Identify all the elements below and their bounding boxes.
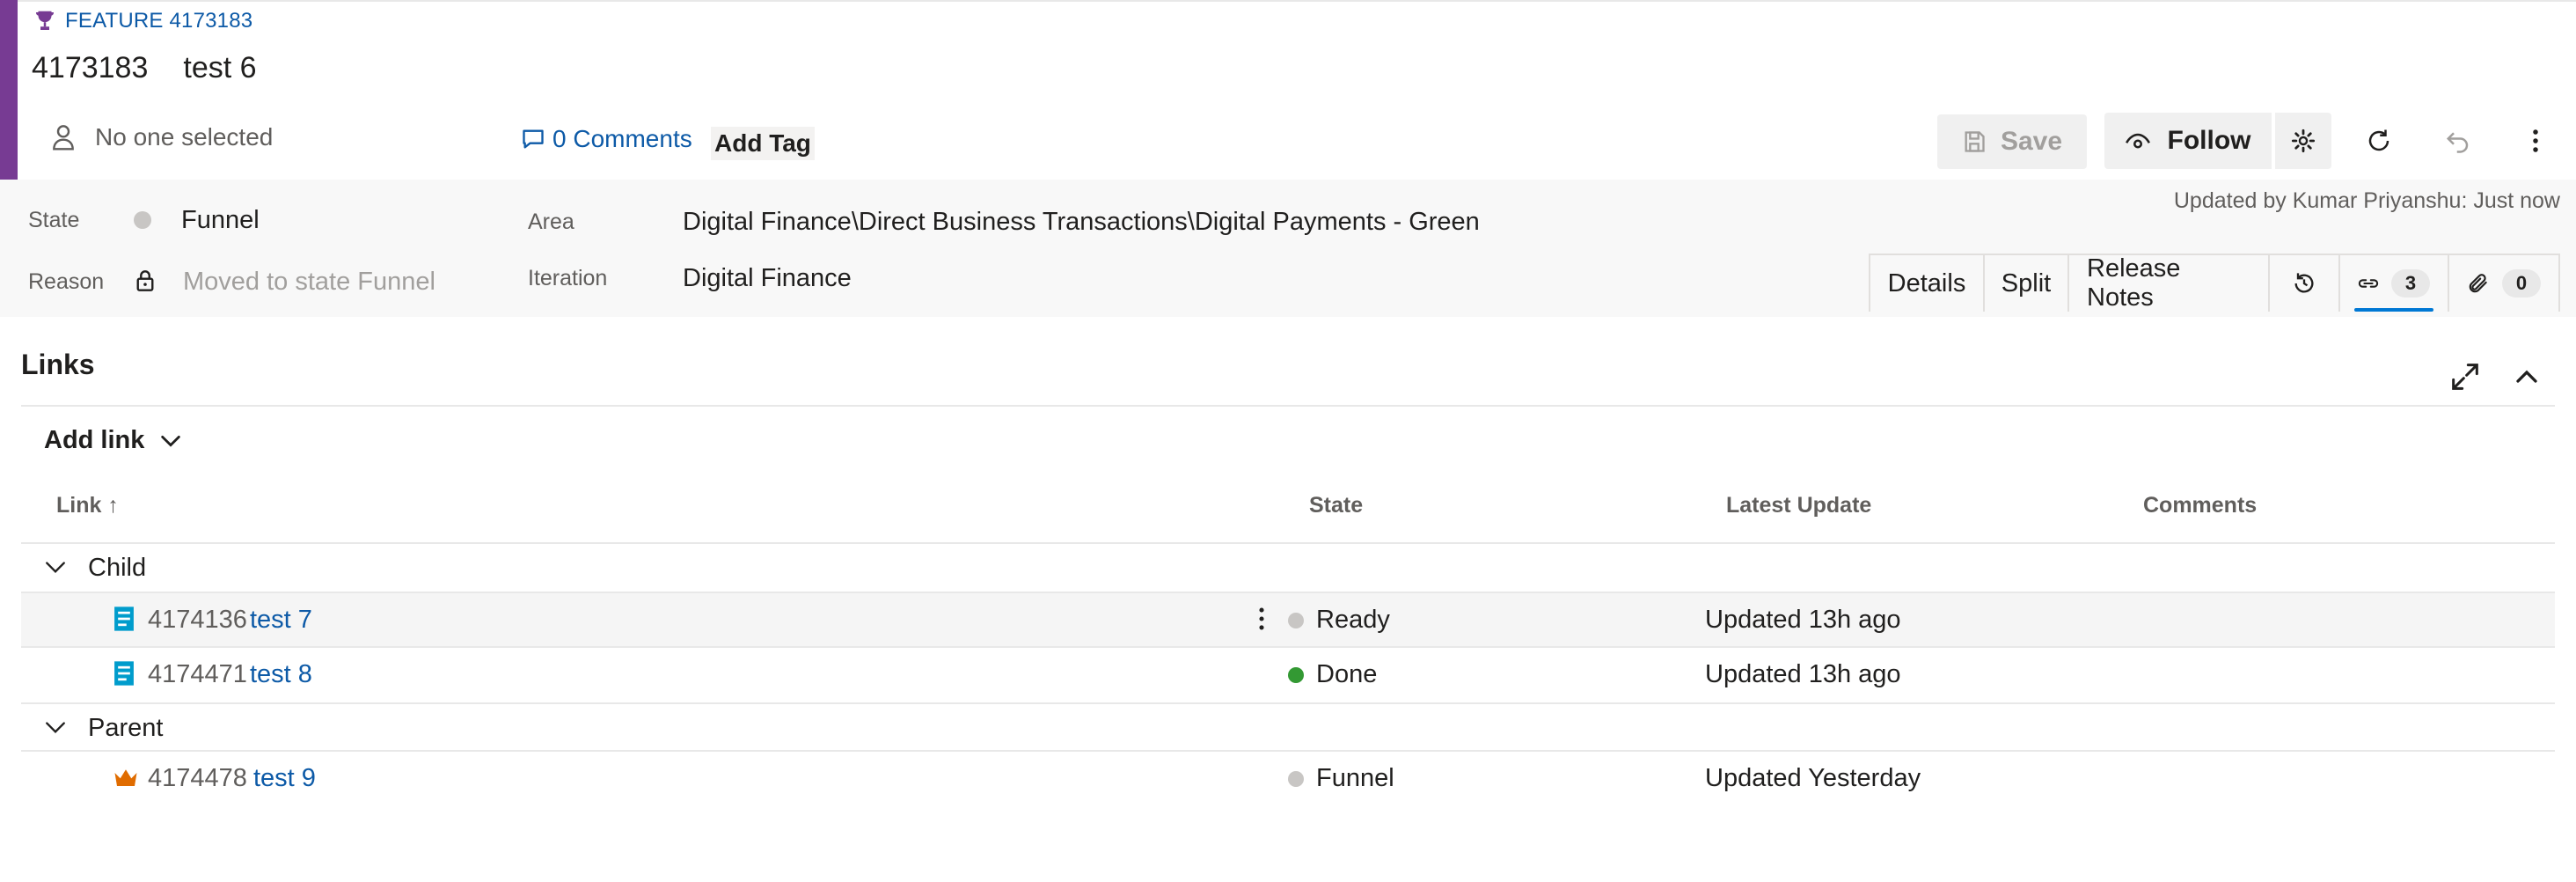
- tab-split[interactable]: Split: [1985, 255, 2069, 312]
- chevron-down-icon: [46, 562, 65, 574]
- chevron-down-icon: [161, 435, 181, 447]
- more-actions-button[interactable]: [2516, 121, 2555, 160]
- paperclip-icon: [2469, 274, 2487, 293]
- link-item-id: 4174471: [148, 660, 247, 688]
- comment-icon: [523, 129, 544, 149]
- gear-icon: [2291, 129, 2316, 153]
- trophy-icon: [35, 11, 55, 30]
- save-button[interactable]: Save: [1937, 114, 2087, 169]
- link-item-id: 4174478: [148, 764, 247, 792]
- links-section-divider: [21, 405, 2555, 407]
- follow-label: Follow: [2167, 126, 2251, 155]
- reason-value: Moved to state Funnel: [183, 268, 435, 296]
- links-count-badge: 3: [2391, 269, 2430, 298]
- link-item-updated: Updated 13h ago: [1705, 660, 1901, 688]
- refresh-button[interactable]: [2360, 121, 2398, 160]
- follow-button[interactable]: Follow: [2104, 113, 2272, 169]
- add-link-label: Add link: [44, 426, 145, 454]
- person-icon: [53, 125, 74, 151]
- form-tab-strip: Details Split Release Notes 3 0: [1869, 254, 2560, 312]
- refresh-icon: [2368, 129, 2389, 151]
- tab-release-notes[interactable]: Release Notes: [2069, 254, 2270, 312]
- work-item-id: 4173183: [32, 51, 149, 85]
- assignee-label: No one selected: [95, 123, 274, 151]
- chevron-up-icon[interactable]: [2509, 359, 2544, 394]
- follow-settings-button[interactable]: [2273, 113, 2331, 169]
- undo-icon: [2446, 132, 2469, 153]
- updated-by-text[interactable]: Updated by Kumar Priyanshu: Just now: [2174, 188, 2560, 214]
- link-item-title[interactable]: test 7: [250, 606, 312, 635]
- link-item-id: 4174136: [148, 606, 247, 634]
- state-dot: [1288, 613, 1304, 628]
- eye-icon: [2125, 133, 2150, 149]
- work-item-type-link[interactable]: FEATURE 4173183: [65, 9, 252, 33]
- undo-button[interactable]: [2439, 121, 2477, 160]
- reason-label: Reason: [28, 269, 105, 294]
- maximize-icon[interactable]: [2448, 359, 2483, 394]
- links-section-title: Links: [21, 349, 95, 380]
- more-vertical-icon: [2533, 129, 2538, 152]
- state-dot: [1288, 771, 1304, 787]
- link-item-updated: Updated Yesterday: [1705, 764, 1921, 792]
- save-label: Save: [2000, 127, 2063, 156]
- link-item-state: Done: [1316, 660, 1378, 688]
- link-item-state: Ready: [1316, 606, 1390, 634]
- add-link-button[interactable]: Add link: [44, 426, 183, 455]
- add-tag-button[interactable]: Add Tag: [711, 127, 815, 160]
- area-label: Area: [528, 209, 574, 234]
- column-header-state[interactable]: State: [1309, 493, 1363, 518]
- comments-link[interactable]: 0 Comments: [521, 125, 692, 153]
- epic-crown-icon: [114, 769, 137, 786]
- work-item-type-color-bar: [0, 0, 18, 180]
- table-row[interactable]: 4174136 test 7 Ready Updated 13h ago: [21, 592, 2555, 646]
- tab-links[interactable]: 3: [2340, 255, 2449, 312]
- state-label: State: [28, 208, 80, 232]
- link-item-updated: Updated 13h ago: [1705, 606, 1901, 634]
- column-header-latest-update[interactable]: Latest Update: [1726, 493, 1871, 518]
- work-item-title[interactable]: test 6: [183, 51, 256, 85]
- table-row[interactable]: 4174471 test 8 Done Updated 13h ago: [21, 646, 2555, 701]
- area-path-field[interactable]: Digital Finance\Direct Business Transact…: [683, 208, 1480, 237]
- more-vertical-icon[interactable]: [1253, 604, 1270, 634]
- link-item-state: Funnel: [1316, 764, 1394, 792]
- column-header-link[interactable]: Link ↑: [56, 493, 119, 518]
- tab-history[interactable]: [2270, 255, 2340, 312]
- group-header-child[interactable]: Child: [21, 544, 2555, 592]
- top-divider: [18, 0, 2576, 2]
- user-story-icon: [114, 661, 134, 686]
- user-story-icon: [114, 606, 134, 631]
- chevron-down-icon: [46, 722, 65, 734]
- attachments-count-badge: 0: [2502, 269, 2541, 298]
- iteration-path-field[interactable]: Digital Finance: [683, 264, 852, 293]
- state-indicator-dot: [134, 211, 151, 229]
- link-icon: [2358, 279, 2379, 288]
- group-header-parent[interactable]: Parent: [21, 704, 2555, 752]
- lock-icon: [136, 270, 154, 291]
- work-item-title-row: 4173183 test 6: [32, 51, 257, 85]
- group-label: Parent: [88, 713, 164, 742]
- link-item-title[interactable]: test 9: [253, 764, 316, 793]
- link-item-title[interactable]: test 8: [250, 660, 312, 689]
- work-item-form: FEATURE 4173183 4173183 test 6 No one se…: [0, 0, 2576, 882]
- work-item-type-row: FEATURE 4173183: [32, 7, 252, 35]
- state-dropdown[interactable]: Funnel: [181, 206, 260, 235]
- group-label: Child: [88, 553, 147, 582]
- history-icon: [2294, 273, 2314, 293]
- tab-details[interactable]: Details: [1870, 255, 1985, 312]
- state-dot: [1288, 667, 1304, 683]
- tab-attachments[interactable]: 0: [2449, 255, 2558, 312]
- comments-count-label: 0 Comments: [553, 125, 692, 152]
- assignee-picker[interactable]: No one selected: [51, 123, 273, 151]
- iteration-label: Iteration: [528, 266, 608, 290]
- save-icon: [1965, 131, 1985, 152]
- column-header-comments[interactable]: Comments: [2143, 493, 2257, 518]
- table-row[interactable]: 4174478 test 9 Funnel Updated Yesterday: [21, 750, 2555, 805]
